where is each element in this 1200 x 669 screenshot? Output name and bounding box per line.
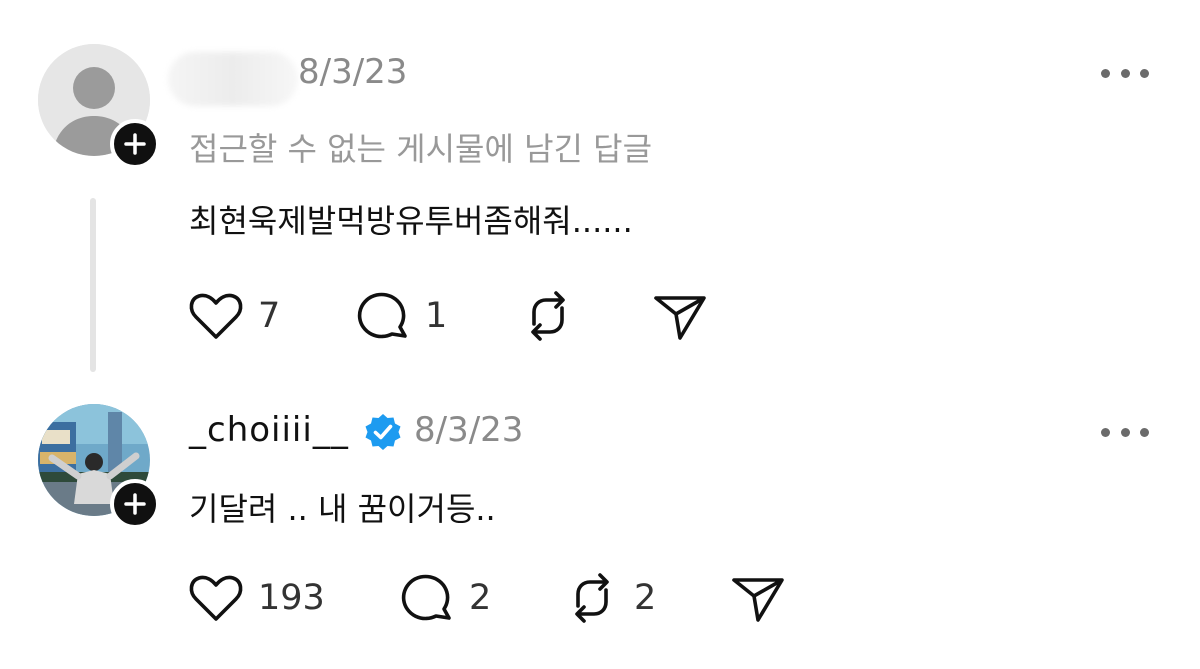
comment-icon [357, 292, 407, 339]
reply-button[interactable]: 1 [355, 286, 447, 346]
action-bar: 193 2 2 [0, 568, 1200, 628]
reply-post: 8/3/23 접근할 수 없는 게시물에 남긴 답글 최현욱제발먹방유투버좀해줘… [0, 0, 1200, 390]
timestamp: 8/3/23 [414, 410, 524, 450]
like-count: 7 [258, 296, 281, 336]
share-button[interactable] [652, 286, 708, 346]
repost-count: 2 [634, 578, 657, 618]
share-button[interactable] [730, 568, 786, 628]
comment-icon [401, 574, 451, 621]
repost-icon [531, 291, 565, 341]
reply-count: 2 [469, 578, 492, 618]
post-body: 최현욱제발먹방유투버좀해줘...... [189, 202, 633, 240]
inaccessible-notice: 접근할 수 없는 게시물에 남긴 답글 [189, 130, 653, 168]
action-bar: 7 1 [0, 286, 1200, 346]
send-icon [732, 578, 784, 622]
reply-post: _choiiii__ 8/3/23 기달려 .. 내 꿈이거등.. 193 2 [0, 390, 1200, 669]
blurred-username [168, 52, 298, 106]
post-body: 기달려 .. 내 꿈이거등.. [189, 490, 496, 528]
repost-icon [575, 573, 609, 623]
timestamp: 8/3/23 [298, 52, 408, 92]
plus-icon [124, 133, 146, 155]
heart-icon [189, 575, 243, 621]
username[interactable]: _choiiii__ [189, 410, 349, 450]
plus-icon [124, 493, 146, 515]
reply-button[interactable]: 2 [399, 568, 491, 628]
like-button[interactable]: 193 [188, 568, 325, 628]
repost-button[interactable]: 2 [564, 568, 656, 628]
verified-badge-icon [364, 413, 402, 455]
follow-plus-button[interactable] [110, 479, 160, 529]
heart-icon [189, 293, 243, 339]
repost-button[interactable] [520, 286, 576, 346]
follow-plus-button[interactable] [110, 119, 160, 169]
like-button[interactable]: 7 [188, 286, 280, 346]
more-options-button[interactable] [1101, 426, 1149, 438]
like-count: 193 [258, 578, 325, 618]
more-options-button[interactable] [1101, 67, 1149, 79]
send-icon [654, 296, 706, 340]
reply-count: 1 [425, 296, 448, 336]
